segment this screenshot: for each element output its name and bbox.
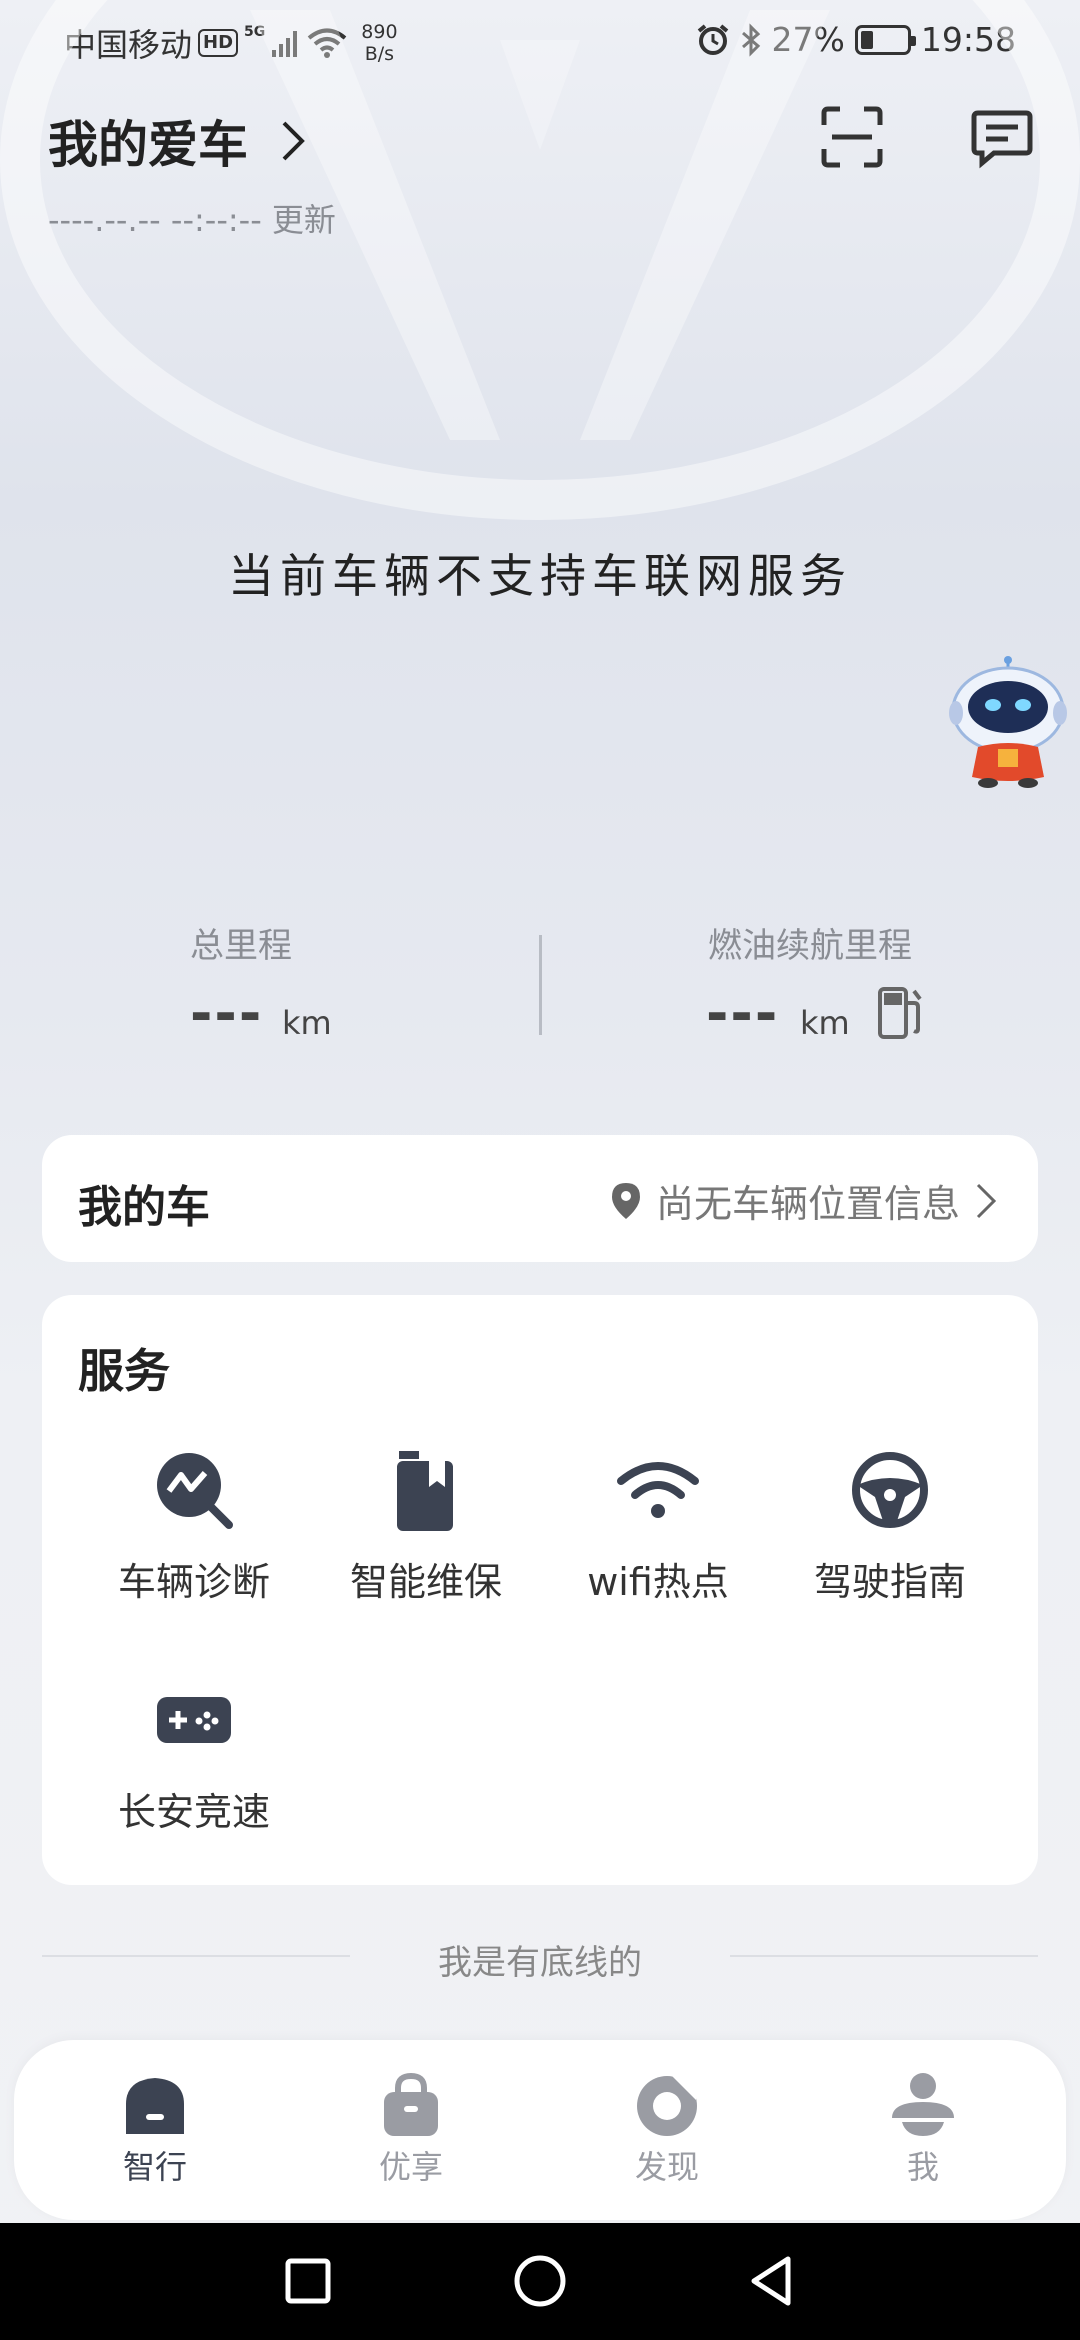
tab-discover[interactable]: 发现 [597,2070,737,2188]
service-item-maintenance[interactable]: 智能维保 [310,1445,542,1606]
service-item-driving-guide[interactable]: 驾驶指南 [774,1445,1006,1606]
car-location[interactable]: 尚无车辆位置信息 [610,1173,998,1228]
my-car-card[interactable]: 我的车 尚无车辆位置信息 [42,1135,1038,1262]
total-mileage-unit: km [282,1004,332,1042]
end-of-list-text: 我是有底线的 [438,1943,642,1983]
my-car-title: 我的车 [78,1182,210,1233]
home-icon [126,2078,184,2134]
back-icon[interactable] [742,2251,802,2311]
home-button-icon[interactable] [510,2251,570,2311]
tab-smart-travel[interactable]: 智行 [85,2070,225,2188]
service-label: 长安竞速 [117,1790,270,1834]
total-mileage-value: --- [190,982,264,1045]
recent-apps-icon[interactable] [278,2251,338,2311]
system-nav-bar [0,2223,1080,2340]
service-item-wifi[interactable]: wifi热点 [542,1445,774,1606]
location-pin-icon [611,1182,640,1219]
profile-icon [892,2073,954,2136]
maintenance-icon [397,1451,453,1531]
not-supported-message: 当前车辆不支持车联网服务 [228,549,852,603]
service-label: wifi热点 [587,1560,729,1604]
services-card: 服务 车辆诊断 智能维保 wifi热点 驾驶指南 长安竞速 [42,1295,1038,1885]
fuel-pump-icon [878,987,922,1039]
tab-label: 发现 [634,2148,699,2186]
services-title: 服务 [78,1344,170,1398]
message-icon[interactable] [970,105,1034,169]
wifi-icon [617,1462,699,1518]
tab-label: 智行 [122,2148,187,2186]
bag-icon [384,2072,438,2136]
tab-label: 我 [906,2148,939,2186]
tab-label: 优享 [378,2148,443,2186]
service-label: 驾驶指南 [813,1560,966,1604]
service-label: 智能维保 [349,1560,502,1604]
diagnosis-icon [157,1453,233,1529]
service-item-racing[interactable]: 长安竞速 [78,1675,310,1836]
fuel-range-value: --- [706,982,780,1045]
page-title[interactable]: 我的爱车 [48,105,308,177]
brand-watermark-logo [0,0,1080,520]
service-item-diagnosis[interactable]: 车辆诊断 [78,1445,310,1606]
stats-divider [539,935,542,1035]
discover-icon [637,2076,697,2136]
tab-enjoy[interactable]: 优享 [341,2070,481,2188]
service-label: 车辆诊断 [117,1560,270,1604]
total-mileage-label: 总里程 [190,926,292,966]
scan-icon[interactable] [820,105,884,169]
fuel-range-unit: km [800,1004,850,1042]
divider-line-right [730,1955,1038,1957]
tab-me[interactable]: 我 [853,2070,993,2188]
chevron-right-icon [282,121,305,161]
fuel-range-label: 燃油续航里程 [708,926,912,966]
bottom-tab-bar: 智行 优享 发现 我 [14,2040,1066,2220]
car-location-text: 尚无车辆位置信息 [655,1182,960,1226]
chevron-right-icon [976,1183,997,1218]
steering-wheel-icon [852,1452,928,1528]
page-title-text: 我的爱车 [48,116,248,174]
robot-assistant-icon[interactable] [948,655,1068,790]
update-time: ----.--.-- --:--:-- 更新 [48,201,336,239]
gamepad-icon [157,1697,231,1743]
